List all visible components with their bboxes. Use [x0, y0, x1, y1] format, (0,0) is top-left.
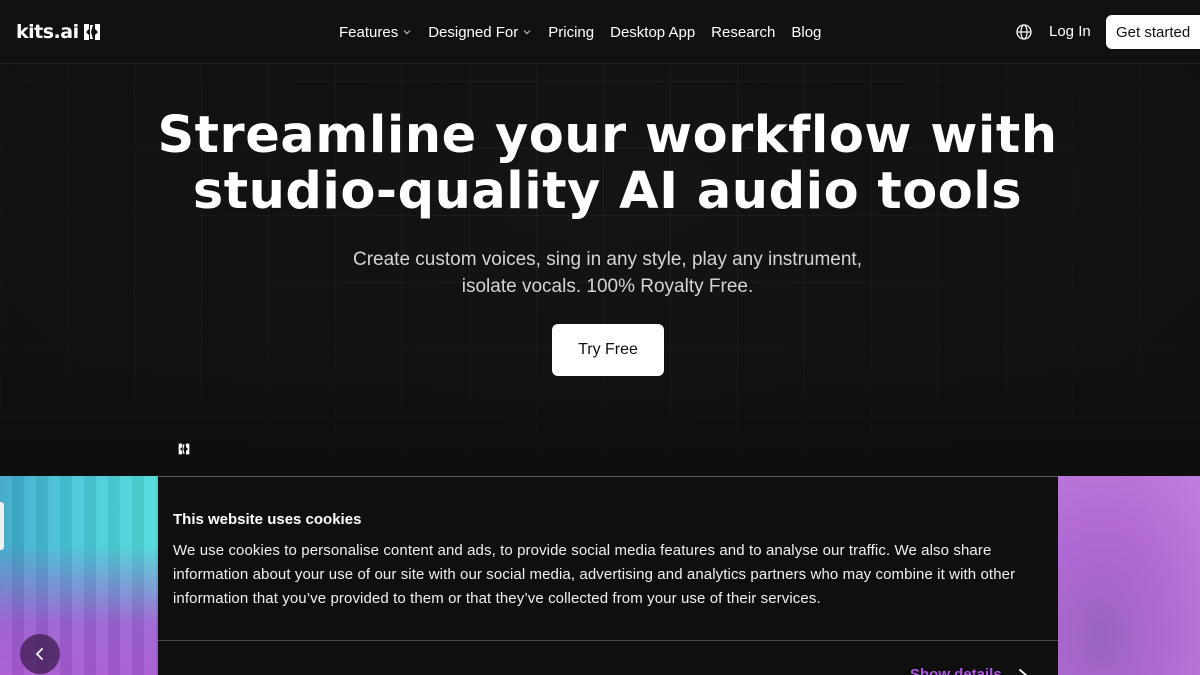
- carousel-card-edge: [0, 502, 4, 550]
- carousel-right-card: [1058, 476, 1200, 675]
- cookie-title: This website uses cookies: [173, 511, 362, 528]
- hero-subheadline: Create custom voices, sing in any style,…: [300, 246, 915, 300]
- kits-logo-mark-icon: [83, 24, 100, 40]
- nav-links: Features Designed For Pricing Desktop Ap…: [339, 22, 821, 42]
- nav-features-label: Features: [339, 23, 399, 41]
- nav-research[interactable]: Research: [711, 24, 775, 41]
- nav-designed-for[interactable]: Designed For: [428, 24, 532, 41]
- try-free-button[interactable]: Try Free: [552, 324, 664, 376]
- show-details-label: Show details: [910, 666, 1002, 675]
- chevron-right-icon: [1018, 668, 1028, 675]
- nav-designed-for-label: Designed For: [428, 23, 519, 41]
- hero-headline-line1: Streamline your workflow with: [157, 106, 1058, 165]
- cookie-banner: This website uses cookies We use cookies…: [158, 476, 1058, 675]
- login-link[interactable]: Log In: [1049, 23, 1091, 40]
- nav-research-label: Research: [711, 23, 776, 41]
- hero-headline-line2: studio-quality AI audio tools: [192, 162, 1023, 221]
- logo[interactable]: kits.ai: [16, 20, 101, 44]
- logo-text: kits.ai: [16, 21, 79, 43]
- top-nav: kits.ai Features Designed For Pricing De…: [0, 0, 1200, 64]
- nav-desktop-app-label: Desktop App: [610, 23, 696, 41]
- hero-subline-line1: Create custom voices, sing in any style,…: [352, 249, 862, 270]
- nav-desktop-app[interactable]: Desktop App: [610, 24, 695, 41]
- nav-blog[interactable]: Blog: [791, 24, 821, 41]
- cookie-body: We use cookies to personalise content an…: [173, 542, 1016, 607]
- carousel-prev-button[interactable]: [20, 634, 60, 674]
- chevron-left-icon: [35, 648, 43, 660]
- hero-headline: Streamline your workflow with studio-qua…: [100, 108, 1115, 220]
- nav-pricing-label: Pricing: [548, 23, 595, 41]
- nav-pricing[interactable]: Pricing: [548, 24, 594, 41]
- chevron-down-icon: [403, 30, 411, 35]
- kits-logo-mark-icon: [178, 443, 190, 455]
- nav-blog-label: Blog: [791, 23, 822, 41]
- hero-fade: [0, 360, 1200, 476]
- show-details-link[interactable]: Show details: [910, 666, 1030, 675]
- nav-features[interactable]: Features: [339, 24, 412, 41]
- hero-subline-line2: isolate vocals. 100% Royalty Free.: [461, 276, 754, 297]
- chevron-down-icon: [523, 30, 531, 35]
- globe-icon[interactable]: [1015, 23, 1033, 41]
- cookie-divider: [158, 640, 1058, 641]
- get-started-button[interactable]: Get started: [1106, 15, 1200, 49]
